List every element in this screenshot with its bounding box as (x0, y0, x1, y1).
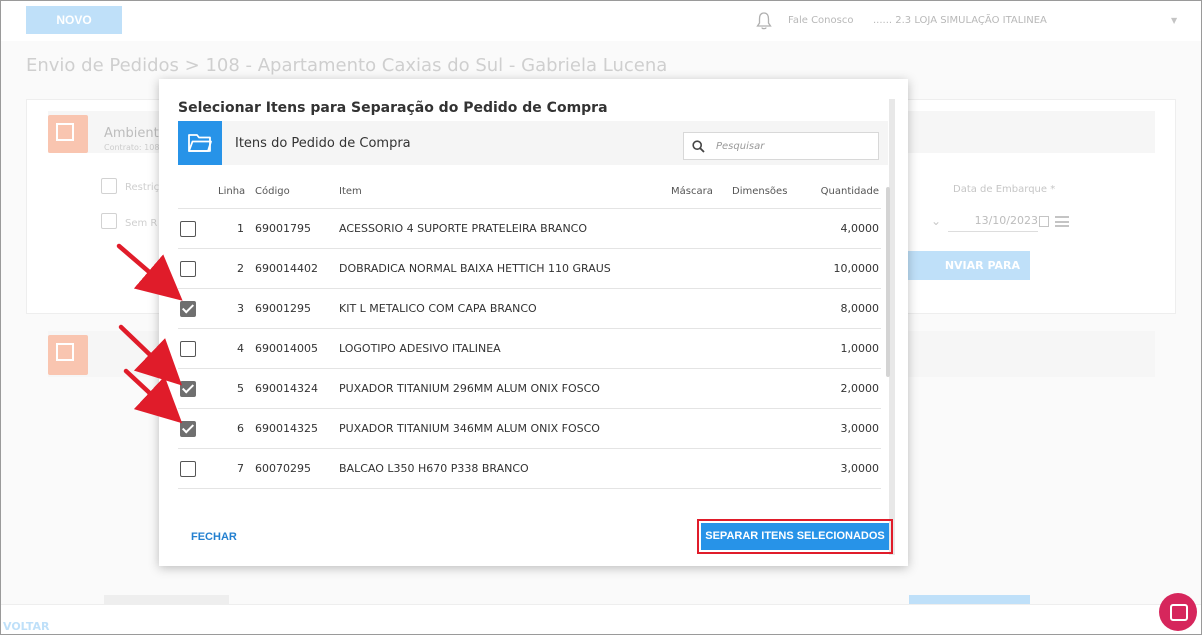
cell-item: KIT L METALICO COM CAPA BRANCO (339, 302, 537, 315)
contrato-label: Contrato: 108 (104, 143, 160, 152)
data-embarque-field[interactable]: 13/10/2023 (948, 214, 1038, 232)
top-bar: NOVO Fale Conosco ...... 2.3 LOJA SIMULA… (1, 1, 1201, 41)
fechar-button[interactable]: FECHAR (191, 531, 237, 543)
data-embarque-label: Data de Embarque * (953, 184, 1056, 195)
search-input[interactable] (716, 137, 874, 155)
folder-icon (178, 121, 222, 165)
modal-title: Selecionar Itens para Separação do Pedid… (178, 100, 608, 116)
cell-codigo: 690014402 (255, 262, 318, 275)
cell-quantidade: 2,0000 (840, 382, 880, 395)
ambiente-title: Ambiente (104, 126, 167, 141)
voltar-link[interactable]: VOLTAR (3, 620, 50, 633)
cell-quantidade: 3,0000 (840, 422, 880, 435)
col-item-header[interactable]: Item (339, 186, 362, 197)
table-row[interactable]: 7 60070295 BALCAO L350 H670 P338 BRANCO 3,0… (178, 449, 881, 489)
cell-codigo: 690014005 (255, 342, 318, 355)
cell-codigo: 60070295 (255, 462, 311, 475)
cell-item: PUXADOR TITANIUM 296MM ALUM ONIX FOSCO (339, 382, 600, 395)
page-title: Envio de Pedidos > 108 - Apartamento Cax… (26, 55, 668, 76)
restricao-checkbox[interactable] (101, 178, 117, 194)
bottom-bar (1, 604, 1201, 634)
fale-conosco-link[interactable]: Fale Conosco (788, 15, 853, 26)
col-quantidade-header[interactable]: Quantidade (821, 186, 879, 197)
cell-linha: 4 (237, 342, 244, 355)
novo-button[interactable]: NOVO (26, 6, 122, 34)
cell-quantidade: 4,0000 (840, 222, 880, 235)
cell-quantidade: 1,0000 (840, 342, 880, 355)
box-icon (48, 115, 88, 153)
cell-linha: 1 (237, 222, 244, 235)
cell-codigo: 69001295 (255, 302, 311, 315)
cell-item: ACESSORIO 4 SUPORTE PRATELEIRA BRANCO (339, 222, 588, 235)
cell-linha: 3 (237, 302, 244, 315)
cell-item: BALCAO L350 H670 P338 BRANCO (339, 462, 529, 475)
table-row[interactable]: 5 690014324 PUXADOR TITANIUM 296MM ALUM ON… (178, 369, 881, 409)
search-box[interactable] (683, 132, 879, 160)
cell-quantidade: 8,0000 (840, 302, 880, 315)
cell-codigo: 69001795 (255, 222, 311, 235)
col-linha-header[interactable]: Linha (218, 186, 245, 197)
table-header: Linha Código Item Máscara Dimensões Quan… (178, 177, 881, 209)
table-row[interactable]: 2 690014402 DOBRADICA NORMAL BAIXA HETTICH… (178, 249, 881, 289)
cell-quantidade: 10,0000 (833, 262, 880, 275)
items-table: Linha Código Item Máscara Dimensões Quan… (178, 177, 881, 489)
table-body: 1 69001795 ACESSORIO 4 SUPORTE PRATELEIRA … (178, 209, 881, 489)
panel-title: Itens do Pedido de Compra (235, 136, 411, 151)
sem-restricao-label: Sem R (125, 218, 158, 229)
sem-restricao-checkbox[interactable] (101, 213, 117, 229)
chat-icon[interactable] (1159, 593, 1197, 631)
calendar-icon[interactable] (1039, 216, 1049, 227)
chevron-down-icon[interactable]: ⌄ (931, 214, 941, 228)
enviar-para-fabrica-button[interactable]: NVIAR PARA FÁBRICA (896, 251, 1030, 301)
cell-codigo: 690014324 (255, 382, 318, 395)
col-dimensoes-header[interactable]: Dimensões (732, 186, 787, 197)
separar-itens-button[interactable]: SEPARAR ITENS SELECIONADOS (701, 523, 889, 550)
table-row[interactable]: 1 69001795 ACESSORIO 4 SUPORTE PRATELEIRA … (178, 209, 881, 249)
table-row[interactable]: 4 690014005 LOGOTIPO ADESIVO ITALINEA 1,000… (178, 329, 881, 369)
checkbox-checked-icon[interactable] (180, 381, 196, 397)
bell-icon[interactable] (756, 12, 772, 30)
cell-codigo: 690014325 (255, 422, 318, 435)
cell-item: PUXADOR TITANIUM 346MM ALUM ONIX FOSCO (339, 422, 600, 435)
checkbox-empty-icon[interactable] (180, 221, 196, 237)
table-row[interactable]: 3 69001295 KIT L METALICO COM CAPA BRANCO 8… (178, 289, 881, 329)
col-codigo-header[interactable]: Código (255, 186, 290, 197)
checkbox-checked-icon[interactable] (180, 301, 196, 317)
box-icon (48, 335, 88, 375)
search-icon (692, 140, 705, 153)
cell-linha: 5 (237, 382, 244, 395)
separar-highlight-box: SEPARAR ITENS SELECIONADOS (697, 519, 893, 554)
list-icon[interactable] (1055, 216, 1069, 227)
cell-item: LOGOTIPO ADESIVO ITALINEA (339, 342, 501, 355)
table-scrollbar-thumb[interactable] (886, 187, 890, 377)
cell-linha: 7 (237, 462, 244, 475)
checkbox-empty-icon[interactable] (180, 261, 196, 277)
cell-quantidade: 3,0000 (840, 462, 880, 475)
col-mascara-header[interactable]: Máscara (671, 186, 713, 197)
cell-linha: 2 (237, 262, 244, 275)
chevron-down-icon[interactable]: ▼ (1171, 16, 1177, 25)
store-selector[interactable]: ...... 2.3 LOJA SIMULAÇÃO ITALINEA (873, 15, 1047, 26)
select-items-modal: Selecionar Itens para Separação do Pedid… (159, 79, 908, 566)
checkbox-checked-icon[interactable] (180, 421, 196, 437)
cell-linha: 6 (237, 422, 244, 435)
table-row[interactable]: 6 690014325 PUXADOR TITANIUM 346MM ALUM ON… (178, 409, 881, 449)
cell-item: DOBRADICA NORMAL BAIXA HETTICH 110 GRAUS (339, 262, 611, 275)
checkbox-empty-icon[interactable] (180, 461, 196, 477)
checkbox-empty-icon[interactable] (180, 341, 196, 357)
